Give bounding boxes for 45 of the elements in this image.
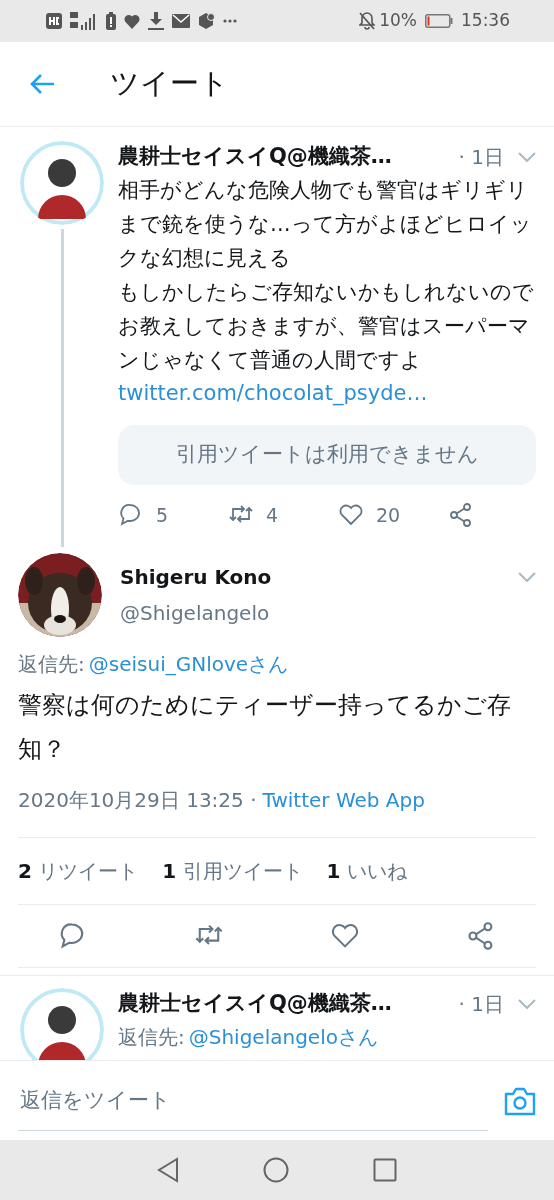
back-nav-icon[interactable] [157, 1157, 179, 1183]
mail-icon [172, 14, 190, 28]
reply-label: 返信先: [118, 1023, 185, 1051]
battery-icon [425, 14, 453, 28]
tweet-text: 警察は何のためにティーザー持ってるかご存知？ [18, 690, 512, 765]
share-icon[interactable] [448, 501, 474, 528]
reply-input-field[interactable]: 返信をツイート [18, 1070, 488, 1131]
reply-count: 5 [156, 502, 169, 528]
recents-nav-icon[interactable] [373, 1158, 397, 1182]
tweet-text: 相手がどんな危険人物でも警官はギリギリまで銃を使うな…って方がよほどヒロイックな幻想に見える [118, 176, 533, 272]
quote-unavailable-notice: 引用ツイートは利用できません [118, 424, 536, 485]
stat-link[interactable]: 1 引用ツイート [162, 856, 303, 886]
user-name[interactable]: Shigeru Kono [120, 562, 272, 592]
tweet-link[interactable]: twitter.com/chocolat_psyde… [118, 376, 428, 409]
more-icon [223, 19, 237, 23]
reply-mention-link[interactable]: @seisui_GNloveさん [88, 649, 289, 679]
download-icon [148, 12, 164, 30]
tweet-timestamp: 2020年10月29日 13:25 · [18, 787, 257, 814]
tweet-text: もしかしたらご存知ないかもしれないのでお教えしておきますが、警官はスーパーマンじゃなくて普通の人間ですよ [118, 278, 535, 374]
home-nav-icon[interactable] [263, 1157, 289, 1183]
user-handle[interactable]: @Shigelangelo [120, 598, 536, 628]
user-name[interactable]: 農耕士セイスイQ@機織茶… [118, 141, 392, 173]
stat-link[interactable]: 2 リツイート [18, 856, 139, 886]
tweet-time: · 1日 [458, 990, 504, 1018]
app-icon [198, 13, 215, 29]
back-arrow-icon [29, 73, 55, 95]
tweet-time: · 1日 [458, 143, 504, 171]
camera-icon[interactable] [504, 1085, 536, 1116]
clock-time: 15:36 [461, 9, 510, 33]
page-title: ツイート [110, 65, 229, 103]
avatar-icon [20, 988, 104, 1060]
battery-percentage: 10% [379, 9, 417, 33]
avatar-icon [20, 141, 104, 225]
retweet-count: 4 [266, 502, 279, 528]
reply-mention-link[interactable]: @Shigelangeloさん [188, 1021, 378, 1052]
source-app-link[interactable]: Twitter Web App [262, 785, 425, 815]
user-name[interactable]: 農耕士セイスイQ@機織茶… [118, 988, 392, 1020]
notifications-off-icon [359, 12, 376, 30]
hd-icon [46, 13, 62, 29]
like-count: 20 [376, 502, 401, 528]
heart-icon [124, 13, 140, 29]
signal-icon [70, 12, 98, 30]
battery-alert-icon [106, 12, 116, 30]
stat-link[interactable]: 1 いいね [326, 856, 407, 886]
reply-label: 返信先: [18, 651, 85, 678]
